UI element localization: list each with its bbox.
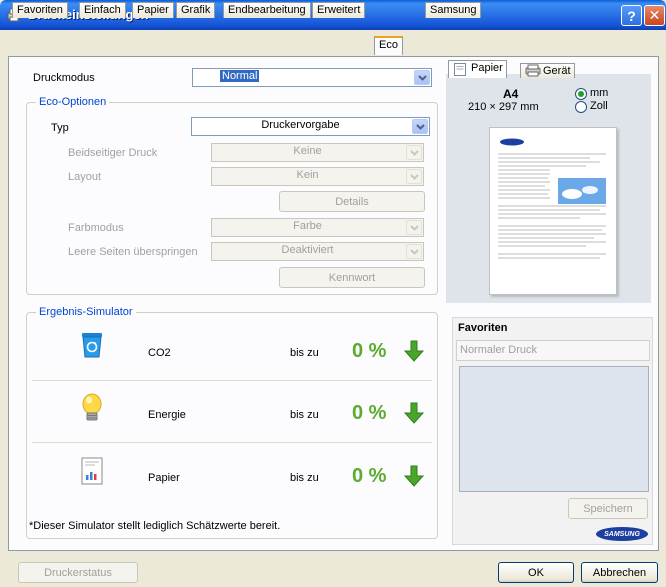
chevron-down-icon bbox=[406, 169, 422, 184]
paper-size-name: A4 bbox=[503, 87, 519, 101]
tab-papier[interactable]: Papier bbox=[132, 2, 174, 18]
duplex-value: Keine bbox=[293, 145, 322, 157]
favorites-list[interactable] bbox=[459, 366, 649, 492]
tab-favoriten[interactable]: Favoriten bbox=[12, 2, 68, 18]
layout-select[interactable]: Kein bbox=[211, 167, 424, 186]
page-icon bbox=[454, 63, 466, 76]
sim-row-paper-prefix: bis zu bbox=[290, 472, 319, 484]
tab-paper-preview[interactable]: Papier bbox=[448, 60, 507, 78]
unit-mm-label: mm bbox=[590, 87, 609, 99]
type-value: Druckervorgabe bbox=[261, 119, 340, 131]
chevron-down-icon[interactable] bbox=[414, 70, 430, 85]
tab-device-preview[interactable]: Gerät bbox=[520, 63, 575, 78]
tab-paper-label: Papier bbox=[471, 62, 503, 74]
print-settings-dialog: Druckeinstellungen ? ✕ Favoriten Einfach… bbox=[0, 0, 666, 587]
arrow-down-icon bbox=[404, 402, 424, 424]
page-preview-content bbox=[498, 138, 606, 259]
sim-row-energy-prefix: bis zu bbox=[290, 409, 319, 421]
color-mode-value: Farbe bbox=[293, 220, 322, 232]
layout-value: Kein bbox=[296, 169, 319, 181]
printer-icon bbox=[525, 64, 541, 77]
sim-row-co2-label: CO2 bbox=[148, 347, 171, 359]
color-mode-label: Farbmodus bbox=[68, 222, 124, 234]
chevron-down-icon bbox=[406, 220, 422, 235]
printer-status-button[interactable]: Druckerstatus bbox=[18, 562, 138, 583]
type-select[interactable]: Druckervorgabe bbox=[191, 117, 430, 136]
simulator-footnote: *Dieser Simulator stellt lediglich Schät… bbox=[29, 520, 281, 532]
chevron-down-icon bbox=[406, 145, 422, 160]
arrow-down-icon bbox=[404, 340, 424, 362]
brand-text: SAMSUNG bbox=[604, 530, 640, 538]
tab-device-label: Gerät bbox=[543, 65, 571, 77]
ok-button[interactable]: OK bbox=[498, 562, 574, 583]
sim-row-energy-label: Energie bbox=[148, 409, 186, 421]
help-button[interactable]: ? bbox=[621, 5, 642, 26]
tab-endbearbeitung[interactable]: Endbearbeitung bbox=[223, 2, 311, 18]
sim-separator bbox=[32, 442, 432, 443]
favorites-name-input[interactable]: Normaler Druck bbox=[456, 340, 650, 361]
duplex-select[interactable]: Keine bbox=[211, 143, 424, 162]
details-button[interactable]: Details bbox=[279, 191, 425, 212]
sim-row-co2-prefix: bis zu bbox=[290, 347, 319, 359]
chevron-down-icon bbox=[406, 244, 422, 259]
save-favorite-button[interactable]: Speichern bbox=[568, 498, 648, 519]
print-mode-select[interactable]: Normal bbox=[192, 68, 432, 87]
favorites-title: Favoriten bbox=[458, 322, 508, 334]
page-preview bbox=[489, 127, 617, 295]
color-mode-select[interactable]: Farbe bbox=[211, 218, 424, 237]
print-mode-label: Druckmodus bbox=[33, 72, 95, 84]
result-simulator-title: Ergebnis-Simulator bbox=[36, 306, 136, 318]
unit-inch-label: Zoll bbox=[590, 100, 608, 112]
light-bulb-icon bbox=[82, 393, 102, 421]
skip-blank-value: Deaktiviert bbox=[281, 244, 334, 256]
close-button[interactable]: ✕ bbox=[644, 5, 665, 26]
sim-row-co2-value: 0 % bbox=[352, 340, 387, 362]
sim-row-paper-value: 0 % bbox=[352, 465, 387, 487]
paper-size-dimensions: 210 × 297 mm bbox=[468, 101, 539, 113]
tab-grafik[interactable]: Grafik bbox=[176, 2, 216, 18]
sim-row-paper-label: Papier bbox=[148, 472, 180, 484]
recycle-bin-icon bbox=[82, 333, 102, 358]
chevron-down-icon[interactable] bbox=[412, 119, 428, 134]
password-button[interactable]: Kennwort bbox=[279, 267, 425, 288]
paper-document-icon bbox=[81, 457, 103, 485]
eco-options-title: Eco-Optionen bbox=[36, 96, 110, 108]
tab-samsung[interactable]: Samsung bbox=[425, 2, 482, 18]
duplex-label: Beidseitiger Druck bbox=[68, 147, 158, 159]
sim-separator bbox=[32, 380, 432, 381]
print-mode-value: Normal bbox=[220, 70, 260, 82]
arrow-down-icon bbox=[404, 465, 424, 487]
layout-label: Layout bbox=[68, 171, 102, 183]
type-label: Typ bbox=[51, 122, 69, 134]
unit-mm-radio[interactable] bbox=[575, 88, 587, 100]
tab-einfach[interactable]: Einfach bbox=[79, 2, 126, 18]
tab-eco[interactable]: Eco bbox=[374, 36, 403, 55]
sim-row-energy-value: 0 % bbox=[352, 402, 387, 424]
cancel-button[interactable]: Abbrechen bbox=[581, 562, 658, 583]
skip-blank-label: Leere Seiten überspringen bbox=[68, 246, 198, 258]
samsung-logo: SAMSUNG bbox=[596, 527, 648, 541]
unit-inch-radio[interactable] bbox=[575, 101, 587, 113]
skip-blank-select[interactable]: Deaktiviert bbox=[211, 242, 424, 261]
tab-erweitert[interactable]: Erweitert bbox=[312, 2, 366, 18]
